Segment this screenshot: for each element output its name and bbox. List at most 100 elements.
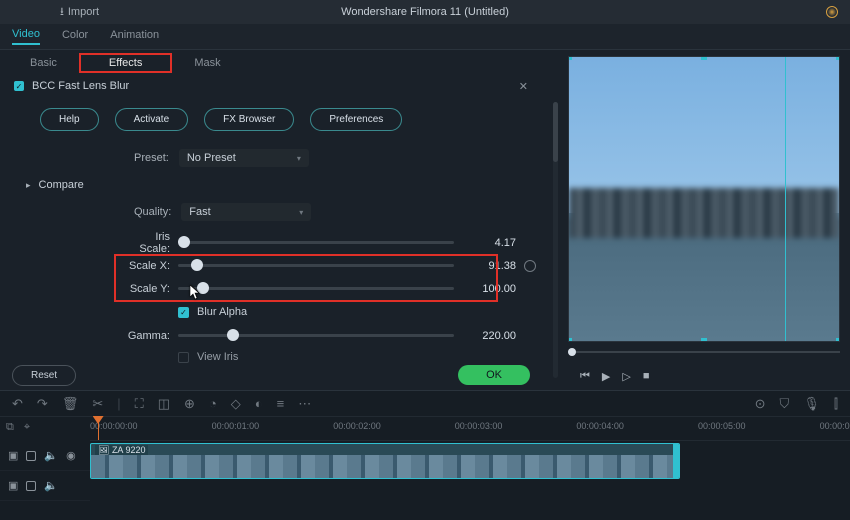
gamma-row: Gamma: 220.00 <box>0 324 560 347</box>
effect-enable-checkbox[interactable]: ✓ <box>14 81 24 91</box>
help-button[interactable]: Help <box>40 108 99 131</box>
hint-bulb-icon[interactable] <box>826 6 838 18</box>
playback-controls: ⏮ ▶ ▷ ■ <box>568 362 840 390</box>
crop2-icon[interactable]: ◫ <box>158 396 170 412</box>
gamma-slider[interactable] <box>178 334 454 337</box>
scrollbar[interactable] <box>553 102 558 378</box>
remove-effect-icon[interactable]: ✕ <box>519 80 528 93</box>
compare-row[interactable]: ▸ Compare <box>0 173 560 197</box>
preview-seek[interactable] <box>568 342 840 362</box>
effect-name: BCC Fast Lens Blur <box>32 80 129 92</box>
seek-thumb[interactable] <box>568 348 576 356</box>
preset-dropdown[interactable]: No Preset ▾ <box>179 149 309 167</box>
audio-track-header[interactable]: ▣ 🔈 <box>0 471 90 501</box>
video-clip[interactable]: 🖼 ZA 9220 <box>90 443 680 479</box>
gamma-value[interactable]: 220.00 <box>464 330 516 342</box>
undo-icon[interactable]: ↶ <box>12 396 23 412</box>
scale-x-slider[interactable] <box>178 264 454 267</box>
track-headers: ▣ 🔈 ◉ ▣ 🔈 <box>0 441 90 520</box>
marker-icon[interactable]: ◇ <box>231 396 241 412</box>
effects-sub-tabs: Basic Effects Mask <box>0 50 560 76</box>
play-icon[interactable]: ▶ <box>602 370 610 383</box>
preview-canvas[interactable] <box>568 56 840 342</box>
effect-header[interactable]: ✓ BCC Fast Lens Blur ✕ <box>0 76 560 96</box>
next-frame-icon[interactable]: ▷ <box>622 370 630 383</box>
tab-video[interactable]: Video <box>12 28 40 45</box>
tab-animation[interactable]: Animation <box>110 29 159 44</box>
activate-button[interactable]: Activate <box>115 108 189 131</box>
iris-scale-slider[interactable] <box>178 241 454 244</box>
clip-thumbnails <box>91 455 679 478</box>
delete-icon[interactable]: 🗑 <box>62 396 79 412</box>
lock-icon[interactable] <box>26 451 36 461</box>
list-icon[interactable]: ≡ <box>277 396 285 411</box>
slider-thumb[interactable] <box>197 282 209 294</box>
video-track-header[interactable]: ▣ 🔈 ◉ <box>0 441 90 471</box>
preferences-button[interactable]: Preferences <box>310 108 402 131</box>
reset-value-icon[interactable] <box>524 260 536 272</box>
ok-button[interactable]: OK <box>458 365 530 385</box>
color-icon[interactable]: ◐ <box>255 396 263 411</box>
preview-marker[interactable] <box>785 57 786 341</box>
iris-scale-row: Iris Scale: 4.17 <box>0 231 560 254</box>
video-track[interactable]: 🖼 ZA 9220 <box>90 441 846 481</box>
ruler-tick: 00:00:01:00 <box>212 421 260 431</box>
scale-y-value[interactable]: 100.00 <box>464 283 516 295</box>
visibility-icon[interactable]: ◉ <box>66 449 76 462</box>
scale-y-slider[interactable] <box>178 287 454 290</box>
blur-alpha-checkbox[interactable]: ✓ <box>178 307 189 318</box>
slider-thumb[interactable] <box>191 259 203 271</box>
preview-content <box>569 188 839 238</box>
shield-icon[interactable]: ⛉ <box>780 396 790 412</box>
tab-color[interactable]: Color <box>62 29 88 44</box>
subtab-basic[interactable]: Basic <box>8 53 79 73</box>
reset-button[interactable]: Reset <box>12 365 76 386</box>
mic-icon[interactable]: 🎙 <box>803 396 820 412</box>
scrollbar-thumb[interactable] <box>553 102 558 162</box>
ruler-tick: 00:00:05:00 <box>698 421 746 431</box>
chevron-down-icon: ▾ <box>299 208 303 217</box>
add-track-icon[interactable]: ▣ <box>8 479 18 492</box>
crop-handle-tl[interactable] <box>568 56 572 60</box>
playhead[interactable] <box>98 417 99 440</box>
prev-frame-icon[interactable]: ⏮ <box>580 370 590 383</box>
mixer-icon[interactable]: ⫿ <box>834 396 838 412</box>
fxbrowser-button[interactable]: FX Browser <box>204 108 294 131</box>
split-icon[interactable]: ✂ <box>92 396 103 412</box>
gamma-label: Gamma: <box>126 330 170 342</box>
iris-scale-value[interactable]: 4.17 <box>464 237 516 249</box>
import-button[interactable]: ⭳ Import <box>10 3 99 22</box>
magnet-icon[interactable]: ⌖ <box>24 421 30 434</box>
timeline-ruler[interactable]: 00:00:00:00 00:00:01:00 00:00:02:00 00:0… <box>90 417 850 441</box>
more-icon[interactable]: ⋯ <box>298 396 311 412</box>
scale-x-label: Scale X: <box>126 260 170 272</box>
record-icon[interactable]: ⊙ <box>755 396 766 412</box>
effect-actions: Help Activate FX Browser Preferences <box>0 96 560 143</box>
crop-handle-tr[interactable] <box>836 56 840 60</box>
crop-icon[interactable]: ⛶ <box>135 396 144 412</box>
mute-icon[interactable]: 🔈 <box>44 449 58 462</box>
redo-icon[interactable]: ↷ <box>37 396 48 412</box>
lock-icon[interactable] <box>26 481 36 491</box>
window-title: Wondershare Filmora 11 (Untitled) <box>341 6 509 18</box>
import-label: Import <box>68 6 99 18</box>
mute-icon[interactable]: 🔈 <box>44 479 58 492</box>
slider-thumb[interactable] <box>178 236 190 248</box>
speed-icon[interactable]: ⊕ <box>184 396 195 412</box>
scale-x-value[interactable]: 91.38 <box>464 260 516 272</box>
crop-handle-t[interactable] <box>701 56 707 60</box>
subtab-effects[interactable]: Effects <box>109 57 142 69</box>
blur-alpha-row[interactable]: ✓ Blur Alpha <box>0 300 560 324</box>
clip-edge[interactable] <box>673 444 679 478</box>
quality-row: Quality: Fast ▾ <box>0 197 560 227</box>
quality-dropdown[interactable]: Fast ▾ <box>181 203 311 221</box>
stop-icon[interactable]: ■ <box>643 370 650 382</box>
timeline: ↶ ↷ 🗑 ✂ | ⛶ ◫ ⊕ ◔ ◇ ◐ ≡ ⋯ ⊙ ⛉ 🎙 ⫿ ⧉ ⌖ 00… <box>0 390 850 520</box>
slider-thumb[interactable] <box>227 329 239 341</box>
ruler-tick: 00:00:03:00 <box>455 421 503 431</box>
timer-icon[interactable]: ◔ <box>209 396 217 411</box>
subtab-mask[interactable]: Mask <box>172 53 242 73</box>
add-track-icon[interactable]: ▣ <box>8 449 18 462</box>
match-icon[interactable]: ⧉ <box>6 421 14 434</box>
red-highlight-effects: Effects <box>79 53 172 73</box>
